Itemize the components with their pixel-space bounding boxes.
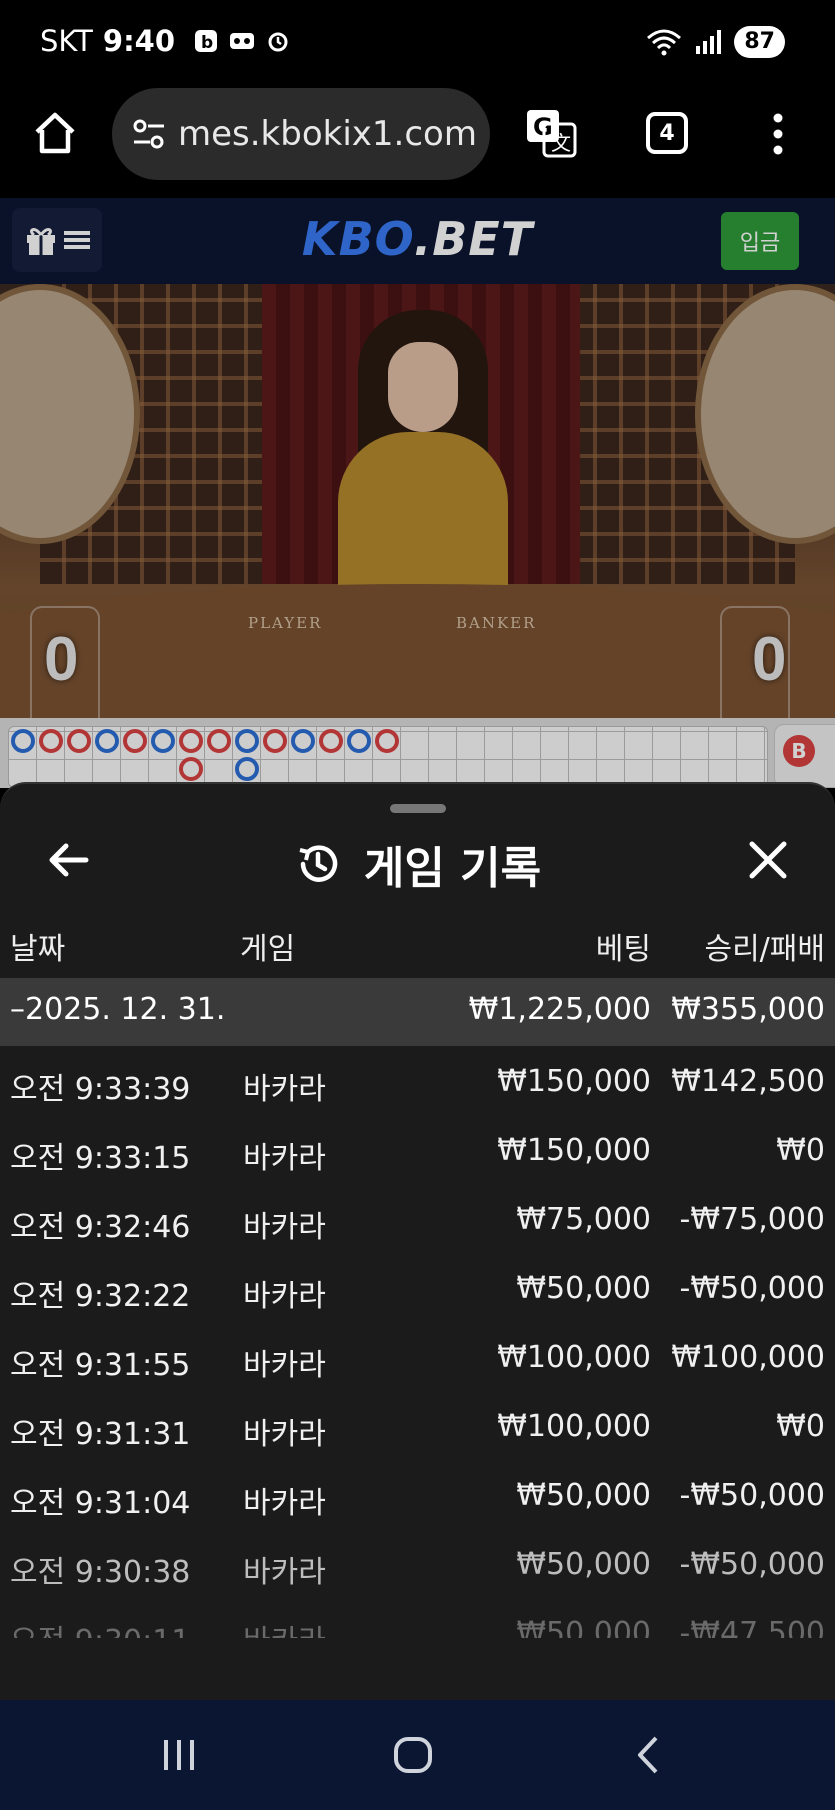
- sheet-title: 게임 기록: [0, 832, 835, 896]
- row-time: 오전 9:31:04: [10, 1486, 191, 1521]
- translate-icon[interactable]: G文: [524, 106, 578, 160]
- home-nav-icon[interactable]: [388, 1730, 438, 1780]
- row-bet: ₩100,000: [497, 1340, 651, 1375]
- table-row[interactable]: 오전 9:31:55 바카라 ₩100,000 ₩100,000: [0, 1322, 835, 1391]
- column-game: 게임: [240, 932, 296, 967]
- row-game: 바카라: [243, 1072, 326, 1107]
- row-time: 오전 9:31:55: [10, 1348, 191, 1383]
- recent-apps-icon[interactable]: [154, 1730, 204, 1780]
- row-result: -₩50,000: [679, 1547, 825, 1582]
- day-bet-total: ₩1,225,000: [468, 992, 651, 1027]
- row-time: 오전 9:33:15: [10, 1141, 191, 1176]
- system-nav-bar: [0, 1700, 835, 1810]
- table-row[interactable]: 오전 9:31:31 바카라 ₩100,000 ₩0: [0, 1391, 835, 1460]
- row-bet: ₩150,000: [497, 1133, 651, 1168]
- row-result: ₩0: [776, 1133, 825, 1168]
- row-game: 바카라: [243, 1210, 326, 1245]
- table-row[interactable]: 오전 9:33:39 바카라 ₩150,000 ₩142,500: [0, 1046, 835, 1115]
- b-app-icon: b: [195, 30, 218, 53]
- row-time: 오전 9:32:22: [10, 1279, 191, 1314]
- site-settings-icon[interactable]: [130, 115, 168, 153]
- day-result-total: ₩355,000: [671, 992, 825, 1027]
- row-game: 바카라: [243, 1141, 326, 1176]
- row-result: ₩100,000: [671, 1340, 825, 1375]
- table-row[interactable]: 오전 9:30:11 바카라 ₩50,000 -₩47,500: [0, 1598, 835, 1638]
- voicemail-icon: [230, 33, 255, 49]
- row-bet: ₩100,000: [497, 1409, 651, 1444]
- tab-count: 4: [659, 120, 675, 146]
- modal-backdrop[interactable]: [0, 198, 835, 788]
- battery-level: 87: [734, 26, 785, 58]
- table-header: 날짜 게임 베팅 승리/패배: [0, 914, 835, 978]
- row-bet: ₩50,000: [516, 1478, 651, 1513]
- table-row[interactable]: 오전 9:33:15 바카라 ₩150,000 ₩0: [0, 1115, 835, 1184]
- row-result: ₩142,500: [671, 1064, 825, 1099]
- column-date: 날짜: [10, 932, 66, 967]
- carrier-label: SKT: [40, 24, 93, 58]
- column-result: 승리/패배: [704, 932, 825, 967]
- address-bar[interactable]: mes.kbokix1.com: [112, 88, 490, 180]
- sheet-title-text: 게임 기록: [363, 843, 542, 894]
- wifi-icon: [647, 29, 682, 56]
- signal-icon: [696, 30, 722, 54]
- row-time: 오전 9:33:39: [10, 1072, 191, 1107]
- row-result: -₩50,000: [679, 1478, 825, 1513]
- row-game: 바카라: [243, 1555, 326, 1590]
- drag-handle[interactable]: [390, 804, 446, 813]
- svg-text:b: b: [201, 33, 213, 53]
- row-bet: ₩50,000: [516, 1271, 651, 1306]
- row-result: ₩0: [776, 1409, 825, 1444]
- game-history-sheet: 게임 기록 날짜 게임 베팅 승리/패배 –2025. 12. 31. ₩1,2…: [0, 782, 835, 1700]
- day-summary-row[interactable]: –2025. 12. 31. ₩1,225,000 ₩355,000: [0, 978, 835, 1046]
- status-right: 87: [646, 26, 785, 58]
- row-time: 오전 9:30:11: [10, 1616, 190, 1638]
- history-table: 날짜 게임 베팅 승리/패배 –2025. 12. 31. ₩1,225,000…: [0, 914, 835, 1638]
- row-result: -₩50,000: [679, 1271, 825, 1306]
- row-time: 오전 9:32:46: [10, 1210, 191, 1245]
- back-nav-icon[interactable]: [624, 1730, 674, 1780]
- row-result: -₩75,000: [679, 1202, 825, 1237]
- clock: 9:40: [102, 24, 176, 58]
- row-bet: ₩50,000: [516, 1547, 651, 1582]
- row-bet: ₩75,000: [516, 1202, 651, 1237]
- status-bar: SKT 9:40 b 87: [0, 0, 835, 88]
- row-time: 오전 9:31:31: [10, 1417, 191, 1452]
- table-row[interactable]: 오전 9:31:04 바카라 ₩50,000 -₩50,000: [0, 1460, 835, 1529]
- row-game: 바카라: [243, 1348, 326, 1383]
- more-vert-icon[interactable]: [766, 110, 790, 158]
- svg-text:文: 文: [551, 131, 571, 155]
- status-left: SKT 9:40 b: [40, 24, 291, 58]
- table-row[interactable]: 오전 9:32:46 바카라 ₩75,000 -₩75,000: [0, 1184, 835, 1253]
- browser-toolbar: mes.kbokix1.com G文 4: [0, 88, 835, 198]
- url-text[interactable]: mes.kbokix1.com: [178, 114, 477, 154]
- tabs-icon[interactable]: 4: [646, 112, 688, 154]
- row-time: 오전 9:30:38: [10, 1555, 191, 1590]
- table-row[interactable]: 오전 9:30:38 바카라 ₩50,000 -₩50,000: [0, 1529, 835, 1598]
- history-icon: [299, 845, 338, 882]
- row-game: 바카라: [243, 1417, 326, 1452]
- home-icon[interactable]: [32, 110, 78, 156]
- row-game: 바카라: [243, 1279, 326, 1314]
- alarm-icon: [268, 32, 288, 52]
- history-rows: 오전 9:33:39 바카라 ₩150,000 ₩142,500 오전 9:33:15 바…: [0, 1046, 835, 1638]
- row-game: 바카라: [243, 1486, 326, 1521]
- row-result: -₩47,500: [679, 1616, 825, 1638]
- table-row[interactable]: 오전 9:32:22 바카라 ₩50,000 -₩50,000: [0, 1253, 835, 1322]
- column-bet: 베팅: [595, 932, 651, 967]
- row-bet: ₩50,000: [516, 1616, 651, 1638]
- close-icon[interactable]: [744, 836, 792, 884]
- row-bet: ₩150,000: [497, 1064, 651, 1099]
- row-game: 바카라: [243, 1616, 326, 1638]
- day-date: –2025. 12. 31.: [10, 992, 226, 1027]
